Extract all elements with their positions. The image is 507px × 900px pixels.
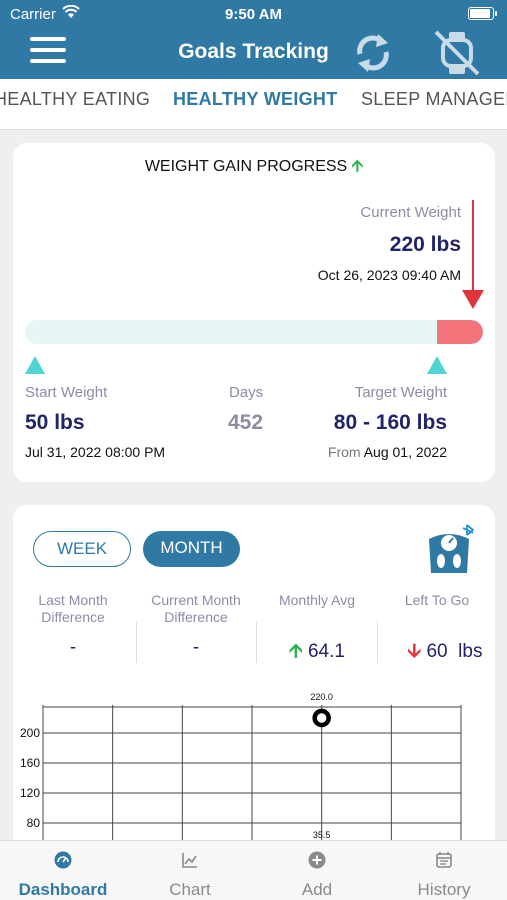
add-icon bbox=[308, 851, 326, 869]
arrow-down-icon: 🡫 bbox=[407, 641, 422, 662]
progress-bar bbox=[25, 320, 483, 344]
progress-title: WEIGHT GAIN PROGRESS 🡩 bbox=[144, 158, 364, 175]
status-time: 9:50 AM bbox=[225, 6, 282, 23]
tab-healthy-weight[interactable]: HEALTHY WEIGHT bbox=[173, 89, 338, 110]
nav-add[interactable]: Add bbox=[254, 841, 380, 900]
y-tick-label: 200 bbox=[20, 726, 40, 740]
arrow-down-icon bbox=[462, 290, 484, 309]
target-weight-date: From Aug 01, 2022 bbox=[327, 444, 447, 460]
monthly-avg-label: Monthly Avg bbox=[278, 592, 355, 608]
watch-disabled-icon[interactable] bbox=[432, 28, 482, 78]
weight-stats-card: WEEK MONTH Last Month Difference Current… bbox=[13, 505, 495, 865]
dashboard-icon bbox=[54, 851, 72, 869]
current-weight-value: 220 lbs bbox=[389, 233, 461, 256]
status-bar: Carrier 9:50 AM bbox=[0, 4, 507, 24]
page-title: Goals Tracking bbox=[178, 40, 329, 63]
arrow-up-icon: 🡩 bbox=[289, 641, 303, 662]
start-marker-icon bbox=[25, 356, 45, 374]
nav-chart[interactable]: Chart bbox=[127, 841, 253, 900]
start-weight-date: Jul 31, 2022 08:00 PM bbox=[25, 444, 166, 460]
left-to-go-label: Left To Go bbox=[404, 592, 470, 608]
start-weight-label: Start Weight bbox=[25, 384, 108, 401]
weight-chart: 200 160 120 80 220.0 35.5 bbox=[20, 692, 462, 865]
tab-healthy-eating[interactable]: HEALTHY EATING bbox=[0, 89, 150, 110]
current-month-diff-label: Current Month Difference bbox=[151, 592, 241, 625]
target-weight-value: 80 - 160 lbs bbox=[333, 411, 447, 434]
y-tick-label: 80 bbox=[27, 816, 41, 830]
current-weight-pointer bbox=[472, 200, 474, 292]
nav-dashboard[interactable]: Dashboard bbox=[0, 841, 126, 900]
target-marker-icon bbox=[427, 356, 447, 374]
last-month-diff-label: Last Month Difference bbox=[38, 592, 108, 625]
days-label: Days bbox=[229, 384, 264, 401]
history-icon bbox=[436, 852, 452, 868]
progress-bar-fill bbox=[437, 320, 483, 344]
weight-progress-card: WEIGHT GAIN PROGRESS 🡩 Current Weight 22… bbox=[13, 143, 495, 482]
top-bar: Carrier 9:50 AM Goals Tracking bbox=[0, 0, 507, 79]
tab-sleep-management[interactable]: SLEEP MANAGEMENT bbox=[361, 89, 507, 110]
battery-icon bbox=[468, 7, 497, 20]
days-value: 452 bbox=[228, 411, 264, 434]
current-weight-label: Current Weight bbox=[360, 204, 461, 221]
data-label: 35.5 bbox=[313, 830, 331, 840]
start-weight-value: 50 lbs bbox=[25, 411, 85, 434]
month-toggle-button[interactable]: MONTH bbox=[143, 531, 240, 567]
monthly-avg-value: 🡩 64.1 bbox=[289, 641, 345, 662]
bottom-nav: Dashboard Chart Add History bbox=[0, 840, 507, 900]
chart-icon bbox=[182, 853, 197, 868]
bluetooth-scale-icon[interactable] bbox=[421, 521, 477, 577]
last-month-diff-value: - bbox=[69, 637, 77, 658]
left-to-go-value: 🡫 60 lbs bbox=[407, 641, 483, 662]
divider bbox=[377, 621, 378, 663]
current-month-diff-value: - bbox=[192, 637, 200, 658]
y-tick-label: 120 bbox=[20, 786, 40, 800]
y-tick-label: 160 bbox=[20, 756, 40, 770]
sync-icon[interactable] bbox=[352, 30, 394, 76]
data-point bbox=[312, 708, 331, 728]
arrow-up-icon: 🡩 bbox=[351, 158, 364, 175]
data-label: 220.0 bbox=[310, 692, 333, 702]
nav-history[interactable]: History bbox=[381, 841, 507, 900]
target-weight-label: Target Weight bbox=[354, 384, 447, 401]
current-weight-date: Oct 26, 2023 09:40 AM bbox=[317, 267, 461, 283]
category-tabs: HEALTHY EATING HEALTHY WEIGHT SLEEP MANA… bbox=[0, 79, 507, 130]
week-toggle-button[interactable]: WEEK bbox=[33, 531, 131, 567]
